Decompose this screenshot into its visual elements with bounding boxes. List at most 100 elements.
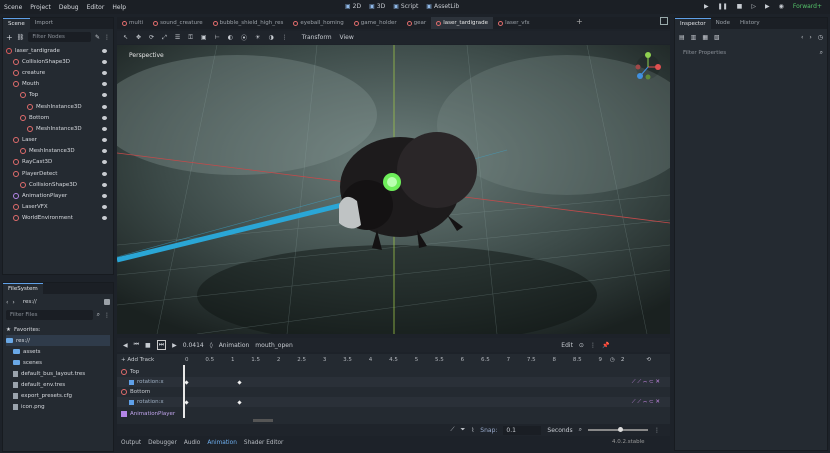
visibility-icon[interactable] [102, 138, 107, 143]
search-icon[interactable]: ⌕ [97, 311, 100, 319]
filter-properties-input[interactable]: Filter Properties [679, 48, 816, 58]
zoom-icon[interactable]: ⌕ [579, 426, 582, 434]
autoplay-icon[interactable]: ⊙ [579, 342, 584, 349]
tab-filesystem[interactable]: FileSystem [3, 283, 43, 294]
kebab-icon[interactable]: ⋮ [104, 312, 110, 319]
scene-tab-sound_creature[interactable]: sound_creature [148, 17, 208, 29]
workspace-assetlib[interactable]: ▣ AssetLib [426, 3, 459, 10]
keyframe[interactable] [184, 399, 189, 405]
visibility-icon[interactable] [102, 126, 107, 131]
movie-icon[interactable]: ◉ [779, 3, 784, 10]
bottom-tab-debugger[interactable]: Debugger [148, 440, 177, 446]
back-icon[interactable]: ‹ [801, 34, 803, 41]
save-resource-icon[interactable]: ▦ [702, 34, 708, 41]
add-tab-icon[interactable]: + [576, 17, 583, 26]
visibility-icon[interactable] [102, 205, 107, 210]
tree-item[interactable]: AnimationPlayer [6, 190, 113, 201]
script-icon[interactable]: ✎ [95, 34, 100, 41]
visibility-icon[interactable] [102, 182, 107, 187]
path-field[interactable]: res:// [19, 297, 100, 307]
tree-item[interactable]: MeshInstance3D [6, 123, 113, 134]
file-item[interactable]: default_bus_layout.tres [6, 368, 110, 379]
play-icon[interactable]: ▶ [704, 3, 709, 10]
snap-icon[interactable]: ⦿ [241, 33, 247, 42]
bottom-tab-audio[interactable]: Audio [184, 440, 200, 446]
ruler-icon[interactable]: ⊢ [215, 34, 220, 41]
scene-tab-game_holder[interactable]: game_holder [349, 17, 402, 29]
tab-node[interactable]: Node [711, 18, 735, 29]
zoom-value[interactable]: 2 [621, 357, 625, 363]
track-toggle[interactable] [129, 379, 134, 385]
visibility-icon[interactable] [102, 194, 107, 199]
scene-tab-bubble_shield_high_res[interactable]: bubble_shield_high_res [208, 17, 289, 29]
perspective-label[interactable]: Perspective [129, 52, 164, 59]
track-options[interactable]: ⟋ ⟋ ⌒ ⊂ ✕ [632, 399, 660, 406]
tree-item[interactable]: Bottom [6, 112, 113, 123]
tree-item[interactable]: LaserVFX [6, 202, 113, 213]
visibility-icon[interactable] [102, 104, 107, 109]
keyframe[interactable] [184, 379, 189, 385]
bottom-tab-output[interactable]: Output [121, 440, 141, 446]
tree-item[interactable]: Mouth [6, 79, 113, 90]
time-stepper-icon[interactable]: ◊ [210, 342, 213, 349]
tab-history[interactable]: History [735, 18, 765, 29]
tree-item[interactable]: WorldEnvironment [6, 213, 113, 224]
scene-tab-gear[interactable]: gear [402, 17, 432, 29]
split-mode-icon[interactable] [104, 299, 110, 305]
tab-import[interactable]: Import [30, 18, 58, 29]
workspace-script[interactable]: ▣ Script [393, 3, 418, 10]
file-item[interactable]: scenes [6, 357, 110, 368]
play-backwards-icon[interactable]: ◀ [123, 342, 128, 349]
scene-tab-laser_tardigrade[interactable]: laser_tardigrade [431, 17, 494, 29]
workspace-2d[interactable]: ▣ 2D [345, 3, 361, 10]
filter-nodes-input[interactable]: Filter Nodes [28, 32, 91, 42]
play-scene-icon[interactable]: ▷ [751, 3, 756, 10]
track-row[interactable]: rotation:x ⟋ ⟋ ⌒ ⊂ ✕ [117, 397, 670, 407]
add-track-button[interactable]: + Add Track [117, 357, 185, 363]
visibility-icon[interactable] [102, 149, 107, 154]
load-resource-icon[interactable]: ▥ [691, 34, 697, 41]
history-icon[interactable]: ◷ [818, 34, 823, 41]
transform-menu[interactable]: Transform [302, 34, 332, 41]
link-icon[interactable]: ⛓ [17, 34, 25, 41]
workspace-3d[interactable]: ▣ 3D [369, 3, 385, 10]
visibility-icon[interactable] [102, 59, 107, 64]
menu-help[interactable]: Help [108, 4, 130, 11]
menu-debug[interactable]: Debug [55, 4, 83, 11]
edit-button[interactable]: Edit [561, 342, 573, 349]
tree-item[interactable]: MeshInstance3D [6, 101, 113, 112]
tab-inspector[interactable]: Inspector [675, 18, 711, 29]
filter-icon[interactable]: ⏷ [461, 426, 466, 434]
scale-icon[interactable]: ⤢ [162, 34, 167, 42]
rotate-icon[interactable]: ⟳ [149, 34, 154, 41]
time-icon[interactable]: ◷ [610, 357, 615, 363]
visibility-icon[interactable] [102, 216, 107, 221]
keyframe[interactable] [237, 399, 242, 405]
visibility-icon[interactable] [102, 115, 107, 120]
menu-scene[interactable]: Scene [0, 4, 26, 11]
add-node-icon[interactable]: + [6, 33, 13, 42]
renderer-select[interactable]: Forward+ [793, 3, 822, 10]
snap-toggle-icon[interactable]: ⌇ [471, 427, 474, 434]
distraction-free-icon[interactable] [660, 17, 668, 25]
kebab-icon[interactable]: ⋮ [654, 427, 660, 434]
visibility-icon[interactable] [102, 48, 107, 53]
playhead[interactable] [183, 365, 185, 418]
track-options[interactable]: ⟋ ⟋ ⌒ ⊂ ✕ [632, 379, 660, 386]
forward-icon[interactable]: › [809, 34, 811, 41]
search-icon[interactable]: ⌕ [820, 49, 823, 57]
file-item[interactable]: default_env.tres [6, 379, 110, 390]
local-space-icon[interactable]: ◐ [228, 34, 233, 41]
track-group[interactable]: Bottom [117, 387, 670, 397]
new-resource-icon[interactable]: ▤ [679, 34, 685, 41]
file-item[interactable]: res:// [6, 335, 110, 346]
track-toggle[interactable] [129, 399, 134, 405]
stop-icon[interactable]: ■ [737, 3, 743, 10]
group-icon[interactable]: ▣ [201, 34, 207, 41]
select-list-icon[interactable]: ☰ [175, 34, 180, 41]
keyframe[interactable] [237, 379, 242, 385]
visibility-icon[interactable] [102, 171, 107, 176]
tree-item[interactable]: creature [6, 67, 113, 78]
play-backwards-start-icon[interactable]: ⏮ [134, 341, 139, 349]
scene-tab-laser_vfx[interactable]: laser_vfx [493, 17, 535, 29]
